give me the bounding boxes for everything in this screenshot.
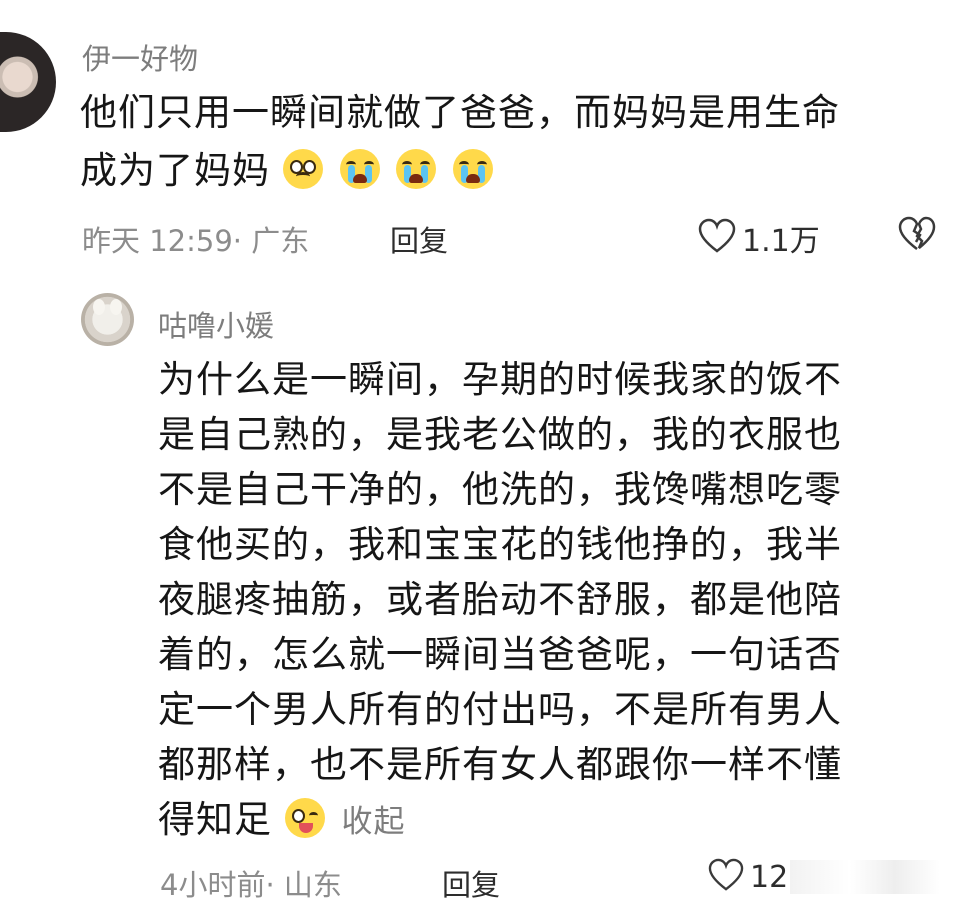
comment-text: 为什么是一瞬间，孕期的时候我家的饭不 是自己熟的，是我老公做的，我的衣服也 不是…	[158, 352, 842, 850]
reply-button[interactable]: 回复	[442, 862, 500, 904]
comment-line: 夜腿疼抽筋，或者胎动不舒服，都是他陪	[158, 578, 842, 621]
location: · 山东	[265, 868, 342, 902]
like-button[interactable]: 12	[708, 858, 788, 896]
comment-meta: 昨天 12:59· 广东	[82, 218, 309, 260]
crying-emoji-icon	[339, 149, 380, 189]
heart-outline-icon	[708, 858, 744, 896]
avatar[interactable]	[0, 32, 56, 132]
comment-line: 不是自己干净的，他洗的，我馋嘴想吃零	[158, 468, 842, 511]
reply-button[interactable]: 回复	[390, 218, 448, 260]
like-count: 1.1万	[742, 224, 820, 259]
watermark	[790, 860, 940, 894]
timestamp: 4小时前	[160, 868, 266, 902]
comment-line: 是自己熟的，是我老公做的，我的衣服也	[158, 413, 842, 456]
crying-emoji-icon	[396, 149, 437, 189]
wink-tongue-emoji-icon	[284, 798, 325, 838]
comment-line: 他们只用一瞬间就做了爸爸，而妈妈是用生命	[80, 91, 840, 134]
like-button[interactable]: 1.1万	[698, 216, 820, 260]
comment-line: 为什么是一瞬间，孕期的时候我家的饭不	[158, 358, 842, 401]
comment-line: 成为了妈妈	[80, 146, 840, 196]
comment-line: 得知足 收起	[158, 792, 842, 850]
comment-line: 定一个男人所有的付出吗，不是所有男人	[158, 688, 842, 731]
comment-line: 食他买的，我和宝宝花的钱他挣的，我半	[158, 523, 842, 566]
comment-line-text: 成为了妈妈	[80, 149, 270, 192]
heart-outline-icon	[698, 218, 736, 258]
timestamp: 昨天 12:59	[82, 224, 233, 258]
broken-heart-icon[interactable]	[898, 216, 936, 256]
comment-meta: 4小时前· 山东	[160, 862, 342, 904]
disappointed-emoji-icon	[282, 149, 323, 189]
location: · 广东	[232, 224, 310, 258]
collapse-button[interactable]: 收起	[342, 804, 406, 840]
crying-emoji-icon	[453, 149, 494, 189]
comment-line-text: 得知足	[158, 798, 272, 841]
comment-text: 他们只用一瞬间就做了爸爸，而妈妈是用生命 成为了妈妈	[80, 88, 840, 196]
comment-username[interactable]: 咕噜小媛	[158, 303, 274, 345]
comment-line: 着的，怎么就一瞬间当爸爸呢，一句话否	[158, 633, 842, 676]
like-count: 12	[750, 859, 789, 895]
comment-line: 都那样，也不是所有女人都跟你一样不懂	[158, 743, 842, 786]
avatar[interactable]	[81, 293, 134, 346]
comment-username[interactable]: 伊一好物	[82, 36, 198, 78]
